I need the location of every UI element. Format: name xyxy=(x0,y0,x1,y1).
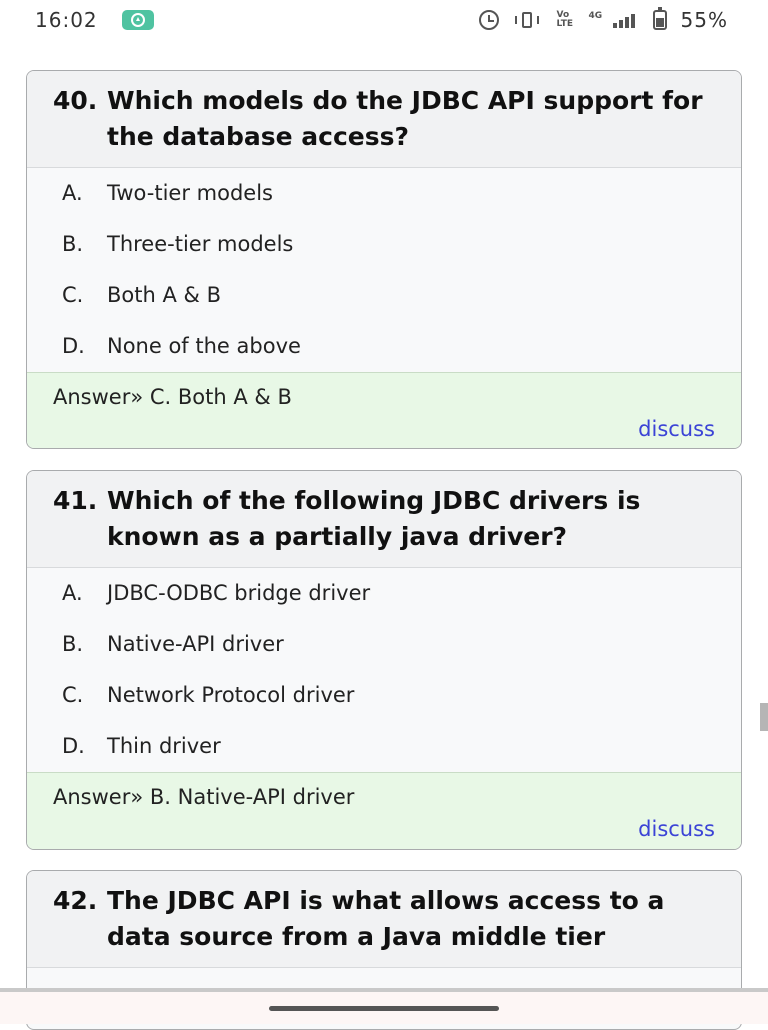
alarm-icon xyxy=(478,10,499,30)
question-number: 41. xyxy=(53,486,98,515)
discuss-link[interactable]: discuss xyxy=(638,417,715,441)
option-text: Both A & B xyxy=(107,283,221,307)
discuss-link[interactable]: discuss xyxy=(638,817,715,841)
network-type-label: 4G xyxy=(588,11,603,21)
question-header: 40. Which models do the JDBC API support… xyxy=(27,71,741,168)
option-c[interactable]: C. Network Protocol driver xyxy=(27,670,741,721)
question-header: 42. The JDBC API is what allows access t… xyxy=(27,871,741,968)
vibrate-icon xyxy=(513,12,543,28)
question-number: 42. xyxy=(53,886,98,915)
option-d[interactable]: D. Thin driver xyxy=(27,721,741,772)
question-card: 40. Which models do the JDBC API support… xyxy=(26,70,742,449)
question-header: 41. Which of the following JDBC drivers … xyxy=(27,471,741,568)
option-letter: A. xyxy=(62,581,83,605)
option-d[interactable]: D. None of the above xyxy=(27,321,741,372)
answer-box: Answer» C. Both A & B discuss xyxy=(27,372,741,448)
option-a[interactable]: A. Two-tier models xyxy=(27,168,741,219)
option-b[interactable]: B. Three-tier models xyxy=(27,219,741,270)
option-b[interactable]: B. Native-API driver xyxy=(27,619,741,670)
option-text: Network Protocol driver xyxy=(107,683,355,707)
option-c[interactable]: C. Both A & B xyxy=(27,270,741,321)
question-card: 41. Which of the following JDBC drivers … xyxy=(26,470,742,850)
option-text: None of the above xyxy=(107,334,301,358)
option-text: Native-API driver xyxy=(107,632,284,656)
option-text: Two-tier models xyxy=(107,181,273,205)
option-letter: B. xyxy=(62,632,84,656)
question-text: Which models do the JDBC API support for… xyxy=(107,86,703,151)
home-indicator[interactable] xyxy=(269,1006,499,1011)
option-letter: B. xyxy=(62,232,84,256)
question-text: Which of the following JDBC drivers is k… xyxy=(107,486,641,551)
question-text: The JDBC API is what allows access to a … xyxy=(107,886,665,951)
answer-box: Answer» B. Native-API driver discuss xyxy=(27,772,741,849)
signal-icon: 4G xyxy=(589,12,639,28)
status-bar: 16:02 Vo LTE 4G 55% xyxy=(0,0,768,40)
option-letter: C. xyxy=(62,283,84,307)
scrollbar-thumb[interactable] xyxy=(760,703,768,731)
upload-notification-icon xyxy=(122,10,154,30)
answer-text: Answer» C. Both A & B xyxy=(53,385,292,409)
question-number: 40. xyxy=(53,86,98,115)
answer-text: Answer» B. Native-API driver xyxy=(53,785,355,809)
option-text: Three-tier models xyxy=(107,232,294,256)
battery-icon xyxy=(652,7,667,30)
option-text: JDBC-ODBC bridge driver xyxy=(107,581,371,605)
status-time: 16:02 xyxy=(35,8,98,32)
volte-icon: Vo LTE xyxy=(556,10,574,29)
option-letter: D. xyxy=(62,734,85,758)
option-letter: C. xyxy=(62,683,84,707)
option-a[interactable]: A. JDBC-ODBC bridge driver xyxy=(27,568,741,619)
battery-percent: 55% xyxy=(680,8,728,32)
option-letter: A. xyxy=(62,181,83,205)
option-letter: D. xyxy=(62,334,85,358)
option-text: Thin driver xyxy=(107,734,221,758)
